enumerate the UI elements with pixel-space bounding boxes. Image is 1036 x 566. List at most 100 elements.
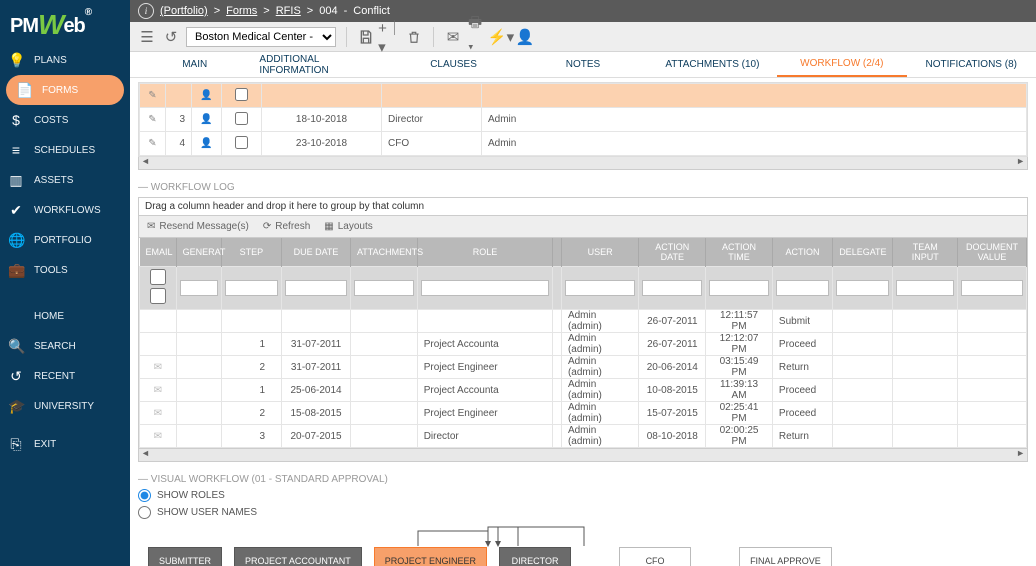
sidebar-item-home[interactable]: HOME bbox=[0, 301, 130, 331]
col-sep[interactable] bbox=[553, 238, 562, 267]
sidebar-item-costs[interactable]: $COSTS bbox=[0, 105, 130, 135]
visual-workflow: — VISUAL WORKFLOW (01 - STANDARD APPROVA… bbox=[138, 474, 1028, 566]
nav-icon: 🎓 bbox=[8, 398, 24, 415]
info-icon[interactable]: i bbox=[138, 3, 154, 19]
sidebar-item-forms[interactable]: 📄FORMS bbox=[6, 75, 124, 105]
sidebar-item-workflows[interactable]: ✔WORKFLOWS bbox=[0, 195, 130, 225]
wf-row[interactable]: 131-07-2011Project AccountaAdmin (admin)… bbox=[140, 333, 1027, 356]
show-users-radio[interactable]: SHOW USER NAMES bbox=[138, 506, 1028, 519]
breadcrumb-portfolio[interactable]: (Portfolio) bbox=[160, 5, 208, 17]
col-user[interactable]: USER bbox=[561, 238, 639, 267]
row-checkbox[interactable] bbox=[235, 88, 248, 101]
h-scrollbar-1[interactable] bbox=[138, 157, 1028, 170]
filter-input[interactable] bbox=[896, 280, 954, 296]
row-checkbox[interactable] bbox=[235, 112, 248, 125]
person-icon: 👤 bbox=[192, 84, 222, 108]
add-icon[interactable]: +｜▾ bbox=[381, 28, 399, 46]
filter-input[interactable] bbox=[709, 280, 769, 296]
col-step[interactable]: STEP bbox=[221, 238, 281, 267]
col-document-value[interactable]: DOCUMENT VALUE bbox=[958, 238, 1027, 267]
wf-submitter: SUBMITTER bbox=[148, 547, 222, 566]
visual-wf-title: — VISUAL WORKFLOW (01 - STANDARD APPROVA… bbox=[138, 474, 1028, 485]
edit-icon[interactable]: ✎ bbox=[140, 132, 166, 156]
approval-row[interactable]: ✎4👤23-10-2018CFOAdmin bbox=[140, 132, 1027, 156]
filter-input[interactable] bbox=[642, 280, 702, 296]
breadcrumb-rfis[interactable]: RFIS bbox=[276, 5, 301, 17]
filter-input[interactable] bbox=[180, 280, 218, 296]
sidebar-item-university[interactable]: 🎓UNIVERSITY bbox=[0, 391, 130, 421]
select-all-2[interactable] bbox=[143, 288, 173, 304]
col-action[interactable]: ACTION bbox=[772, 238, 832, 267]
bolt-icon[interactable]: ⚡▾ bbox=[492, 28, 510, 46]
filter-input[interactable] bbox=[776, 280, 829, 296]
tab-workflow-2-4-[interactable]: WORKFLOW (2/4) bbox=[777, 52, 906, 77]
sidebar-item-schedules[interactable]: ≡SCHEDULES bbox=[0, 135, 130, 165]
select-all[interactable] bbox=[143, 269, 173, 285]
filter-input[interactable] bbox=[565, 280, 636, 296]
nav-label: HOME bbox=[34, 311, 64, 322]
mail-icon bbox=[140, 310, 177, 333]
col-delegate[interactable]: DELEGATE bbox=[833, 238, 893, 267]
wf-row[interactable]: ✉231-07-2011Project EngineerAdmin (admin… bbox=[140, 356, 1027, 379]
nav-label: PORTFOLIO bbox=[34, 235, 92, 246]
col-due-date[interactable]: DUE DATE bbox=[282, 238, 351, 267]
breadcrumb-forms[interactable]: Forms bbox=[226, 5, 257, 17]
approval-row[interactable]: ✎3👤18-10-2018DirectorAdmin bbox=[140, 108, 1027, 132]
show-roles-radio[interactable]: SHOW ROLES bbox=[138, 489, 1028, 502]
person-icon: 👤 bbox=[192, 132, 222, 156]
sidebar-item-assets[interactable]: ▥ASSETS bbox=[0, 165, 130, 195]
user-icon[interactable]: 👤 bbox=[516, 28, 534, 46]
nav-label: PLANS bbox=[34, 55, 67, 66]
nav-icon: 🌐 bbox=[8, 232, 24, 249]
list-icon[interactable]: ☰ bbox=[138, 28, 156, 46]
sidebar-item-search[interactable]: 🔍SEARCH bbox=[0, 331, 130, 361]
layouts-button[interactable]: ▦ Layouts bbox=[324, 221, 372, 232]
wf-row[interactable]: ✉215-08-2015Project EngineerAdmin (admin… bbox=[140, 402, 1027, 425]
delete-icon[interactable] bbox=[405, 28, 423, 46]
filter-input[interactable] bbox=[421, 280, 550, 296]
col-generat[interactable]: GENERAT bbox=[176, 238, 221, 267]
sidebar-item-tools[interactable]: 💼TOOLS bbox=[0, 255, 130, 285]
sidebar-item-plans[interactable]: 💡PLANS bbox=[0, 45, 130, 75]
nav-label: ASSETS bbox=[34, 175, 73, 186]
resend-button[interactable]: ✉ Resend Message(s) bbox=[147, 221, 249, 232]
wf-row[interactable]: Admin (admin)26-07-201112:11:57 PMSubmit bbox=[140, 310, 1027, 333]
tab-main[interactable]: MAIN bbox=[130, 52, 259, 77]
tab-attachments-10-[interactable]: ATTACHMENTS (10) bbox=[648, 52, 777, 77]
edit-icon[interactable]: ✎ bbox=[140, 84, 166, 108]
tab-notifications-8-[interactable]: NOTIFICATIONS (8) bbox=[907, 52, 1036, 77]
print-icon[interactable]: 🖶▾ bbox=[468, 28, 486, 46]
wf-row[interactable]: ✉320-07-2015DirectorAdmin (admin)08-10-2… bbox=[140, 425, 1027, 448]
mail-icon[interactable]: ✉ bbox=[444, 28, 462, 46]
col-team-input[interactable]: TEAM INPUT bbox=[893, 238, 958, 267]
group-hint[interactable]: Drag a column header and drop it here to… bbox=[138, 197, 1028, 216]
sidebar-item-exit[interactable]: ⎘EXIT bbox=[0, 429, 130, 459]
edit-icon[interactable]: ✎ bbox=[140, 108, 166, 132]
filter-input[interactable] bbox=[285, 280, 347, 296]
filter-input[interactable] bbox=[836, 280, 889, 296]
filter-input[interactable] bbox=[225, 280, 278, 296]
tab-clauses[interactable]: CLAUSES bbox=[389, 52, 518, 77]
wf-log-grid: EMAILGENERATSTEPDUE DATEATTACHMENTSROLE U… bbox=[138, 238, 1028, 449]
tab-additional-information[interactable]: ADDITIONAL INFORMATION bbox=[259, 52, 388, 77]
approval-row[interactable]: ✎👤 bbox=[140, 84, 1027, 108]
filter-input[interactable] bbox=[961, 280, 1023, 296]
row-checkbox[interactable] bbox=[235, 136, 248, 149]
filter-input[interactable] bbox=[354, 280, 414, 296]
h-scrollbar-2[interactable] bbox=[138, 449, 1028, 462]
sidebar-item-portfolio[interactable]: 🌐 PORTFOLIO bbox=[0, 225, 130, 255]
col-email[interactable]: EMAIL bbox=[140, 238, 177, 267]
col-role[interactable]: ROLE bbox=[417, 238, 553, 267]
col-action-time[interactable]: ACTION TIME bbox=[706, 238, 773, 267]
breadcrumb: i (Portfolio) > Forms > RFIS > 004 - Con… bbox=[130, 0, 1036, 22]
col-attachments[interactable]: ATTACHMENTS bbox=[350, 238, 417, 267]
save-icon[interactable] bbox=[357, 28, 375, 46]
refresh-button[interactable]: ⟳ Refresh bbox=[263, 221, 310, 232]
tab-notes[interactable]: NOTES bbox=[518, 52, 647, 77]
wf-log-title: — WORKFLOW LOG bbox=[138, 182, 1028, 193]
undo-icon[interactable]: ↺ bbox=[162, 28, 180, 46]
col-action-date[interactable]: ACTION DATE bbox=[639, 238, 706, 267]
wf-row[interactable]: ✉125-06-2014Project AccountaAdmin (admin… bbox=[140, 379, 1027, 402]
record-select[interactable]: Boston Medical Center - 004 - Confl bbox=[186, 27, 336, 47]
sidebar-item-recent[interactable]: ↺RECENT bbox=[0, 361, 130, 391]
